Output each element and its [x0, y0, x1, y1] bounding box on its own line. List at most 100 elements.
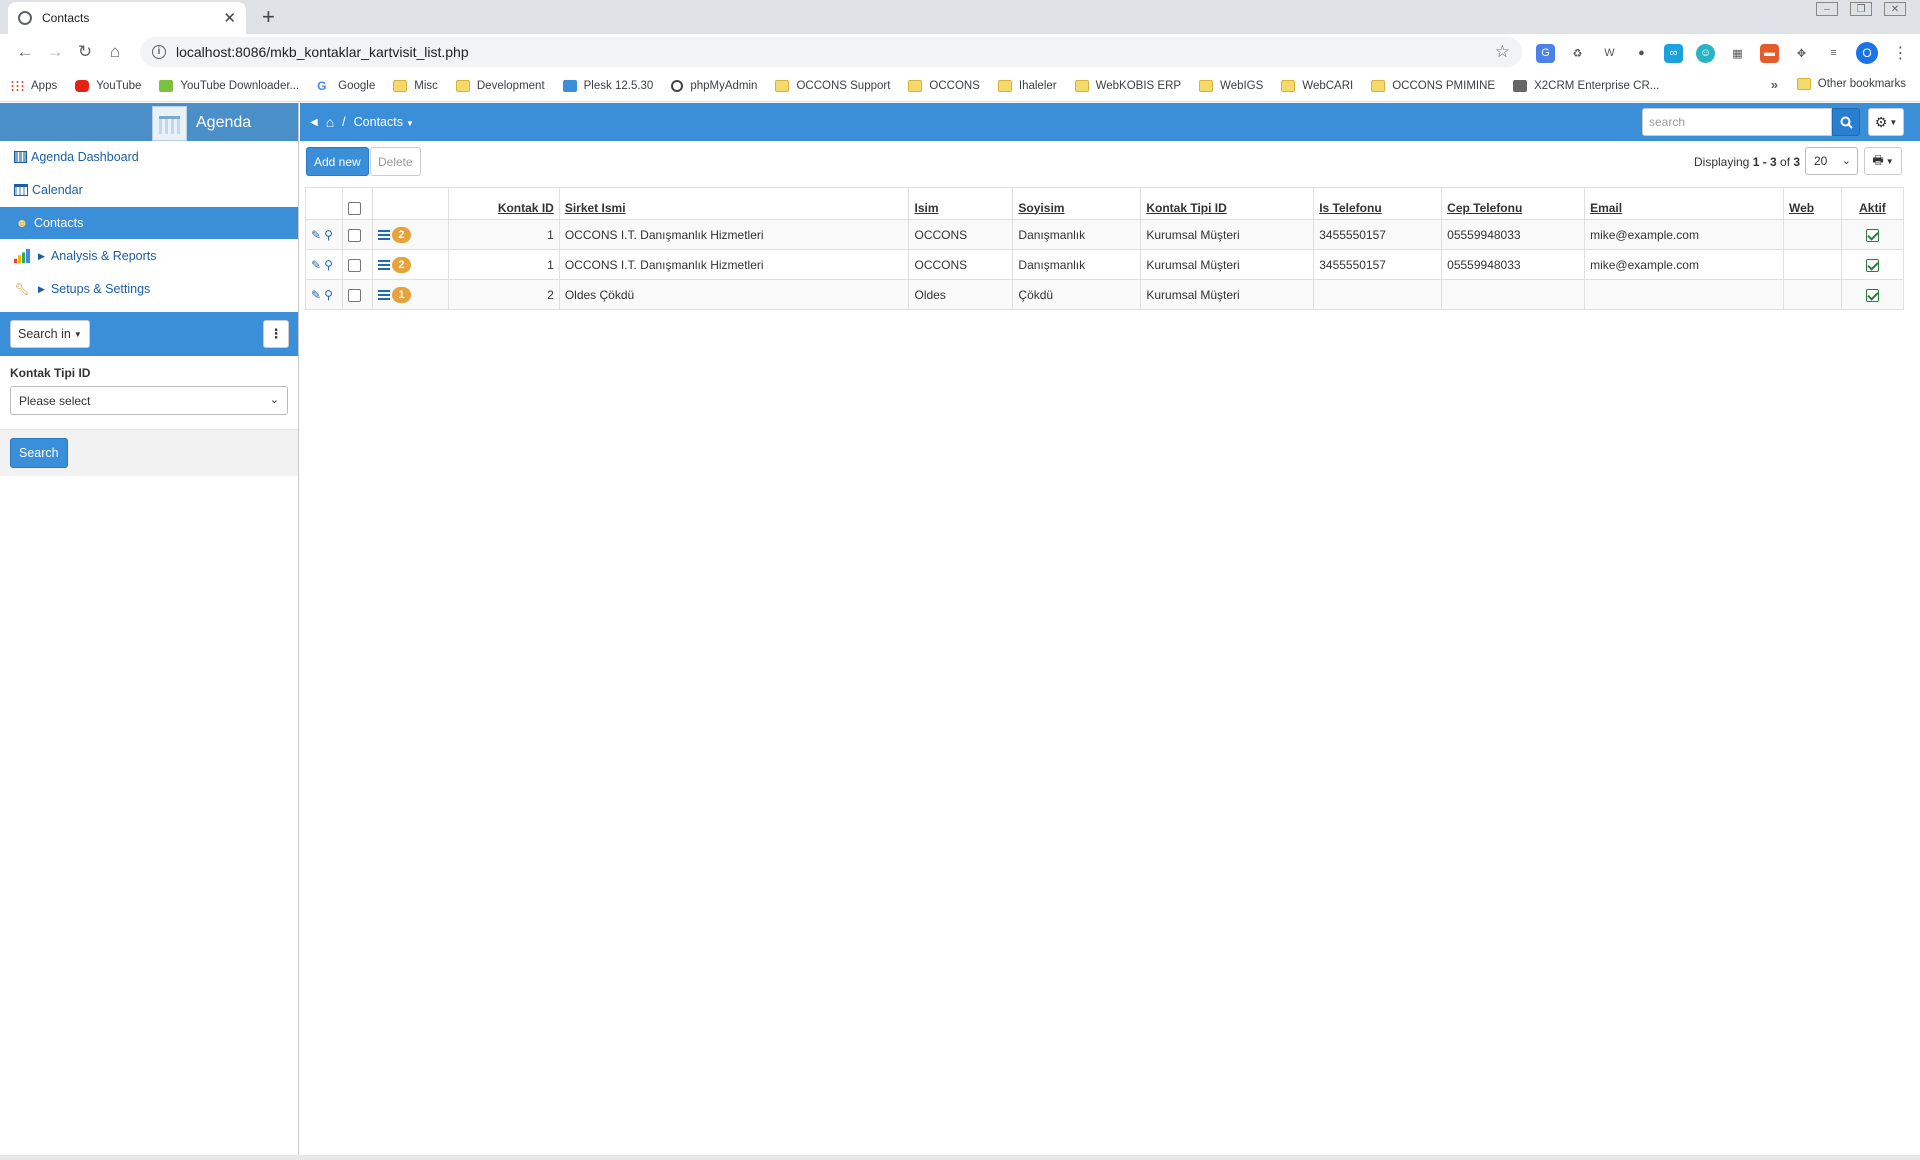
infinity-extension-icon[interactable]: ∞	[1664, 43, 1683, 63]
header-soyisim[interactable]: Soyisim	[1012, 187, 1142, 220]
bookmark-webkobis[interactable]: WebKOBIS ERP	[1074, 79, 1181, 92]
settings-dropdown[interactable]: ⚙ ▼	[1868, 108, 1904, 136]
red-extension-icon[interactable]: ▬	[1760, 43, 1779, 63]
search-button[interactable]: Search	[10, 438, 68, 468]
edit-icon[interactable]: ✎	[311, 258, 321, 272]
bookmark-phpmyadmin[interactable]: phpMyAdmin	[671, 79, 757, 92]
forward-icon[interactable]: →	[40, 42, 70, 62]
more-options-icon[interactable]: ⋮	[263, 320, 289, 348]
page-size-select[interactable]: 20 ⌄	[1805, 147, 1858, 175]
add-new-button[interactable]: Add new	[306, 147, 369, 176]
translate-extension-icon[interactable]: G	[1536, 43, 1555, 63]
w-extension-icon[interactable]: W	[1600, 44, 1619, 63]
bookmark-occons[interactable]: OCCONS	[908, 79, 980, 92]
recycle-extension-icon[interactable]: ♻	[1568, 44, 1587, 63]
sidebar-item-contacts[interactable]: ☻ Contacts	[0, 207, 298, 240]
bookmark-occons-support[interactable]: OCCONS Support	[775, 79, 890, 92]
view-icon[interactable]: ⚲	[324, 228, 333, 242]
html-extension-icon[interactable]: ▦	[1728, 44, 1747, 63]
breadcrumb-current[interactable]: Contacts ▼	[354, 115, 414, 129]
select-all-checkbox[interactable]	[347, 201, 361, 215]
view-icon[interactable]: ⚲	[324, 288, 333, 302]
home-icon[interactable]: ⌂	[326, 114, 334, 130]
sidebar-item-analysis-reports[interactable]: ▶ Analysis & Reports	[0, 240, 298, 273]
global-search-input[interactable]: search	[1642, 108, 1832, 136]
header-cep-telefonu[interactable]: Cep Telefonu	[1441, 187, 1586, 220]
displaying-range: 1 - 3	[1752, 155, 1777, 169]
cell-cep-telefonu	[1441, 279, 1586, 310]
list-icon[interactable]	[377, 229, 390, 240]
bookmark-ihaleler[interactable]: Ihaleler	[997, 79, 1057, 92]
back-icon[interactable]: ←	[10, 42, 40, 62]
face-extension-icon[interactable]: ☺	[1696, 43, 1715, 63]
expand-triangle-icon[interactable]: ▶	[38, 251, 45, 262]
sidebar-item-setups-settings[interactable]: 🔧︎ ▶ Setups & Settings	[0, 273, 298, 306]
browser-tabstrip: Contacts ✕ + – ❐ ✕	[0, 0, 1920, 34]
view-icon[interactable]: ⚲	[324, 258, 333, 272]
sidebar-item-agenda-dashboard[interactable]: Agenda Dashboard	[0, 141, 298, 174]
collapse-sidebar-icon[interactable]: ◀	[310, 117, 318, 128]
bookmark-x2crm[interactable]: X2CRM Enterprise CR...	[1513, 79, 1659, 92]
more-bookmarks-icon[interactable]: »	[1771, 77, 1778, 92]
row-checkbox[interactable]	[347, 288, 361, 302]
puzzle-extension-icon[interactable]: ✥	[1792, 44, 1811, 63]
sidebar-item-calendar[interactable]: Calendar	[0, 174, 298, 207]
other-bookmarks[interactable]: Other bookmarks	[1796, 78, 1906, 90]
header-kontak-tipi-id[interactable]: Kontak Tipi ID	[1140, 187, 1315, 220]
header-email[interactable]: Email	[1584, 187, 1784, 220]
bookmark-webcari[interactable]: WebCARI	[1281, 79, 1354, 92]
print-dropdown[interactable]: 🖶︎ ▼	[1864, 147, 1902, 175]
close-window-icon[interactable]: ✕	[1884, 2, 1906, 16]
close-tab-icon[interactable]: ✕	[223, 9, 236, 27]
browser-tab[interactable]: Contacts ✕	[8, 2, 246, 34]
bookmark-misc[interactable]: Misc	[393, 79, 438, 92]
delete-button[interactable]: Delete	[370, 147, 421, 176]
header-aktif[interactable]: Aktif	[1840, 187, 1905, 220]
bookmark-youtube[interactable]: YouTube	[75, 79, 141, 92]
header-web[interactable]: Web	[1782, 187, 1842, 220]
list-icon[interactable]	[377, 259, 390, 270]
header-is-telefonu[interactable]: Is Telefonu	[1313, 187, 1443, 220]
header-sirket-ismi[interactable]: Sirket Ismi	[558, 187, 910, 220]
reload-icon[interactable]: ↻	[70, 42, 100, 62]
detail-count-badge[interactable]: 1	[391, 286, 411, 303]
address-bar[interactable]: i localhost:8086/mkb_kontaklar_kartvisit…	[140, 37, 1522, 67]
bookmarks-bar: Apps YouTube YouTube Downloader... G Goog…	[0, 70, 1920, 102]
edit-icon[interactable]: ✎	[311, 228, 321, 242]
row-checkbox[interactable]	[347, 228, 361, 242]
row-details: 2	[371, 249, 449, 280]
info-icon[interactable]: i	[152, 45, 166, 59]
bookmark-development[interactable]: Development	[455, 79, 545, 92]
restore-icon[interactable]: ❐	[1850, 2, 1872, 16]
home-icon[interactable]: ⌂	[100, 42, 130, 62]
bookmark-label: WebCARI	[1302, 79, 1354, 92]
new-tab-icon[interactable]: +	[262, 4, 275, 30]
bookmark-webigs[interactable]: WebIGS	[1199, 79, 1263, 92]
kontak-tipi-select[interactable]: Please select ⌄	[10, 386, 288, 415]
bookmark-star-icon[interactable]: ☆	[1495, 42, 1510, 62]
bookmark-label: Plesk 12.5.30	[583, 79, 654, 92]
url-text[interactable]: localhost:8086/mkb_kontaklar_kartvisit_l…	[176, 44, 1495, 60]
table-row: ✎ ⚲ 2 1 OCCONS I.T. Danışmanlık Hizmetler…	[305, 249, 1905, 280]
browser-menu-icon[interactable]: ⋮	[1891, 44, 1910, 63]
expand-triangle-icon[interactable]: ▶	[38, 284, 45, 295]
row-checkbox[interactable]	[347, 258, 361, 272]
bookmark-youtube-downloader[interactable]: YouTube Downloader...	[159, 79, 299, 92]
detail-count-badge[interactable]: 2	[391, 256, 411, 273]
pin-extension-icon[interactable]: ●	[1632, 44, 1651, 63]
search-in-dropdown[interactable]: Search in ▼	[10, 320, 90, 348]
edit-icon[interactable]: ✎	[311, 288, 321, 302]
bookmark-occons-pmimine[interactable]: OCCONS PMIMINE	[1371, 79, 1495, 92]
header-isim[interactable]: Isim	[908, 187, 1014, 220]
detail-count-badge[interactable]: 2	[391, 226, 411, 243]
profile-avatar[interactable]: O	[1856, 42, 1878, 64]
minimize-icon[interactable]: –	[1816, 2, 1838, 16]
bookmark-google[interactable]: G Google	[317, 80, 375, 92]
media-control-icon[interactable]: ≡	[1824, 44, 1843, 63]
youtube-icon	[75, 79, 90, 92]
search-button-icon[interactable]	[1832, 108, 1860, 136]
list-icon[interactable]	[377, 289, 390, 300]
bookmark-apps[interactable]: Apps	[10, 79, 57, 92]
header-kontak-id[interactable]: Kontak ID	[447, 187, 560, 220]
bookmark-plesk[interactable]: Plesk 12.5.30	[562, 79, 654, 92]
